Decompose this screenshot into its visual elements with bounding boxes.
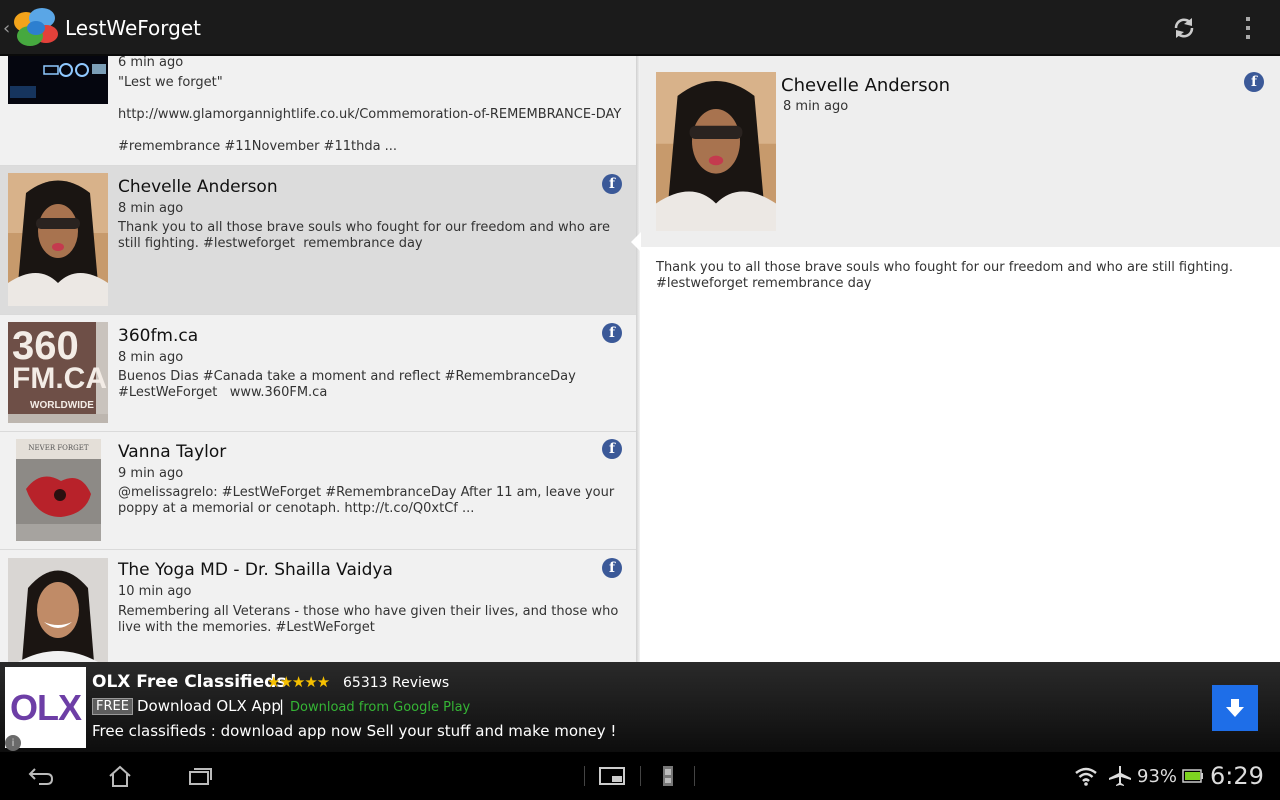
list-item[interactable]: The Yoga MD - Dr. Shailla Vaidya 10 min … xyxy=(0,550,636,662)
list-item-selected[interactable]: Chevelle Anderson 8 min ago Thank you to… xyxy=(0,166,636,315)
screenshot-icon[interactable] xyxy=(597,764,627,788)
battery-icon xyxy=(1182,764,1204,788)
list-item-name: Vanna Taylor xyxy=(118,442,227,462)
ad-banner[interactable]: OLX i OLX Free Classifieds ★★★★★ 65313 R… xyxy=(0,662,1280,752)
wifi-icon xyxy=(1073,764,1099,788)
info-icon[interactable]: i xyxy=(5,735,21,751)
list-item-text: Thank you to all those brave souls who f… xyxy=(118,220,615,251)
list-item-name: The Yoga MD - Dr. Shailla Vaidya xyxy=(118,560,393,580)
back-caret-icon[interactable]: ‹ xyxy=(3,18,10,39)
olx-logo-text: OLX xyxy=(9,686,82,728)
clock: 6:29 xyxy=(1210,762,1264,790)
app-title: LestWeForget xyxy=(65,16,202,40)
ad-reviews: 65313 Reviews xyxy=(343,675,450,691)
list-item-time: 6 min ago xyxy=(118,56,184,70)
detail-text: Thank you to all those brave souls who f… xyxy=(656,260,1233,291)
nav-separator xyxy=(694,766,695,786)
facebook-icon: f xyxy=(602,439,622,459)
detail-header: Chevelle Anderson 8 min ago f xyxy=(640,56,1280,247)
chat-bubbles-logo-icon[interactable] xyxy=(12,6,60,50)
detail-avatar xyxy=(656,72,776,231)
nav-separator xyxy=(640,766,641,786)
ad-description: Free classifieds : download app now Sell… xyxy=(92,722,617,740)
list-item-thumbnail xyxy=(8,558,108,662)
facebook-icon: f xyxy=(602,174,622,194)
detail-time: 8 min ago xyxy=(783,99,849,114)
list-item[interactable]: NEVER FORGET Vanna Taylor 9 min ago @mel… xyxy=(0,432,636,550)
detail-name: Chevelle Anderson xyxy=(781,75,950,96)
facebook-icon[interactable]: f xyxy=(1244,72,1264,92)
list-item-time: 8 min ago xyxy=(118,201,184,216)
list-item-thumbnail xyxy=(8,173,108,306)
facebook-icon: f xyxy=(602,323,622,343)
system-nav-bar: 93% 6:29 xyxy=(0,752,1280,800)
thumb-worldwide-text: WORLDWIDE xyxy=(30,400,94,411)
nav-separator xyxy=(584,766,585,786)
overflow-menu-icon[interactable] xyxy=(1232,12,1264,44)
rating-stars-icon: ★★★★★ xyxy=(267,673,330,691)
recent-apps-icon[interactable] xyxy=(186,764,214,788)
home-icon[interactable] xyxy=(106,764,134,788)
content-area: 6 min ago "Lest we forget" http://www.gl… xyxy=(0,56,1280,662)
list-item-time: 9 min ago xyxy=(118,466,184,481)
list-item-text: Buenos Dias #Canada take a moment and re… xyxy=(118,369,580,400)
selection-pointer xyxy=(631,232,641,252)
list-item-text: "Lest we forget" http://www.glamorgannig… xyxy=(118,75,622,154)
feed-list[interactable]: 6 min ago "Lest we forget" http://www.gl… xyxy=(0,56,638,662)
list-item[interactable]: 6 min ago "Lest we forget" http://www.gl… xyxy=(0,56,636,166)
list-item[interactable]: 360 FM.CA WORLDWIDE 360fm.ca 8 min ago B… xyxy=(0,315,636,432)
free-badge: FREE xyxy=(92,698,133,715)
list-item-name: 360fm.ca xyxy=(118,326,199,346)
list-item-time: 8 min ago xyxy=(118,350,184,365)
back-nav-icon[interactable] xyxy=(26,764,56,788)
ad-separator: | xyxy=(279,697,285,715)
list-item-text: @melissagrelo: #LestWeForget #Remembranc… xyxy=(118,485,619,516)
list-item-time: 10 min ago xyxy=(118,584,192,599)
list-item-name: Chevelle Anderson xyxy=(118,177,278,197)
battery-percent: 93% xyxy=(1137,766,1178,787)
list-item-thumbnail: 360 FM.CA WORLDWIDE xyxy=(8,322,108,423)
download-arrow-icon xyxy=(1226,699,1244,717)
list-item-text: Remembering all Veterans - those who hav… xyxy=(118,604,623,635)
google-play-label: Download from Google Play xyxy=(290,700,471,715)
ad-download-label: Download OLX App xyxy=(137,697,281,715)
ad-title: OLX Free Classifieds xyxy=(92,672,287,692)
thumb-fmca-text: FM.CA xyxy=(12,362,107,395)
thumb-360-text: 360 xyxy=(12,324,79,368)
facebook-icon: f xyxy=(602,558,622,578)
thumb-caption: NEVER FORGET xyxy=(28,444,89,452)
refresh-icon[interactable] xyxy=(1168,12,1200,44)
airplane-icon xyxy=(1107,764,1133,788)
action-bar: ‹ LestWeForget xyxy=(0,0,1280,56)
screen: ‹ LestWeForget 6 min ago "Lest we forget… xyxy=(0,0,1280,800)
list-item-thumbnail xyxy=(8,56,108,104)
sd-card-icon[interactable] xyxy=(658,764,678,788)
download-button[interactable] xyxy=(1212,685,1258,731)
detail-pane: Chevelle Anderson 8 min ago f Thank you … xyxy=(640,56,1280,662)
list-item-thumbnail: NEVER FORGET xyxy=(16,439,101,541)
